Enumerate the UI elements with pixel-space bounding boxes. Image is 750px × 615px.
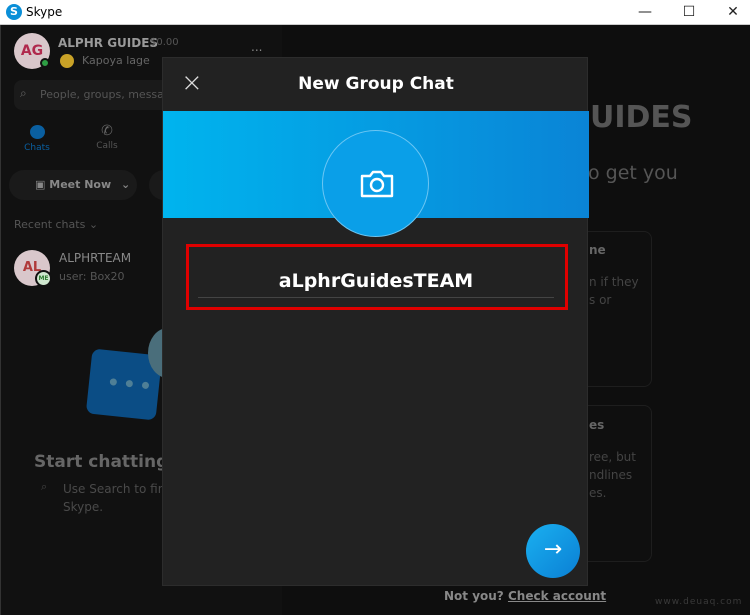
welcome-subtitle: o get you: [588, 162, 678, 184]
skype-logo-icon: S: [6, 4, 22, 20]
video-icon: ▣: [35, 178, 46, 191]
mood-emoji-icon: [60, 54, 74, 68]
tab-chats[interactable]: Chats: [23, 125, 51, 153]
camera-icon: [360, 170, 394, 198]
search-icon: ⌕: [20, 86, 27, 100]
card-text: ree, but ndlines es.: [589, 450, 636, 500]
recent-chats-header[interactable]: Recent chats ⌄: [14, 218, 98, 231]
meet-now-button[interactable]: ▣ Meet Now ⌄: [9, 170, 137, 200]
recent-chats-label: Recent chats: [14, 218, 86, 231]
more-options-icon[interactable]: ...: [251, 40, 262, 54]
chevron-down-icon: ⌄: [120, 178, 131, 191]
dialog-title: New Group Chat: [298, 74, 454, 94]
card-title: ne: [589, 243, 606, 257]
tab-calls[interactable]: ✆ Calls: [93, 123, 121, 151]
chat-icon: [29, 125, 45, 139]
minimize-button[interactable]: —: [630, 2, 660, 22]
maximize-button[interactable]: ☐: [674, 2, 704, 22]
empty-state-title: Start chatting: [34, 452, 169, 472]
window-title: Skype: [26, 5, 63, 19]
account-footer: Not you? Check account: [444, 589, 606, 603]
search-icon: ⌕: [41, 480, 48, 493]
tab-label: Chats: [24, 143, 50, 153]
group-photo-button[interactable]: [322, 130, 429, 237]
tab-label: Calls: [96, 141, 118, 151]
mood-message[interactable]: Kapoya lage: [82, 54, 150, 67]
meet-now-label: Meet Now: [49, 178, 112, 191]
check-account-link[interactable]: Check account: [508, 589, 606, 603]
chat-badge: ME: [35, 270, 52, 287]
chat-name: ALPHRTEAM: [59, 251, 132, 265]
title-bar: S Skype — ☐ ✕: [0, 0, 750, 25]
chat-preview: user: Box20: [59, 270, 125, 283]
card-title: es: [589, 418, 605, 432]
empty-state-text: Use Search to fin Skype.: [63, 482, 166, 514]
watermark: www.deuaq.com: [655, 597, 743, 607]
close-button[interactable]: ✕: [718, 2, 748, 22]
profile-name[interactable]: ALPHR GUIDES: [58, 36, 158, 50]
welcome-heading: UIDES: [590, 100, 693, 135]
new-group-chat-dialog: × New Group Chat aLphrGuidesTEAM →: [162, 57, 589, 586]
not-you-text: Not you?: [444, 589, 504, 603]
online-status-icon: [40, 58, 50, 68]
group-name-input[interactable]: aLphrGuidesTEAM: [198, 270, 554, 298]
next-button[interactable]: →: [526, 524, 580, 578]
phone-icon: ✆: [101, 123, 113, 139]
card-text: n if they s or: [589, 275, 639, 307]
balance: $0.00: [150, 37, 179, 48]
